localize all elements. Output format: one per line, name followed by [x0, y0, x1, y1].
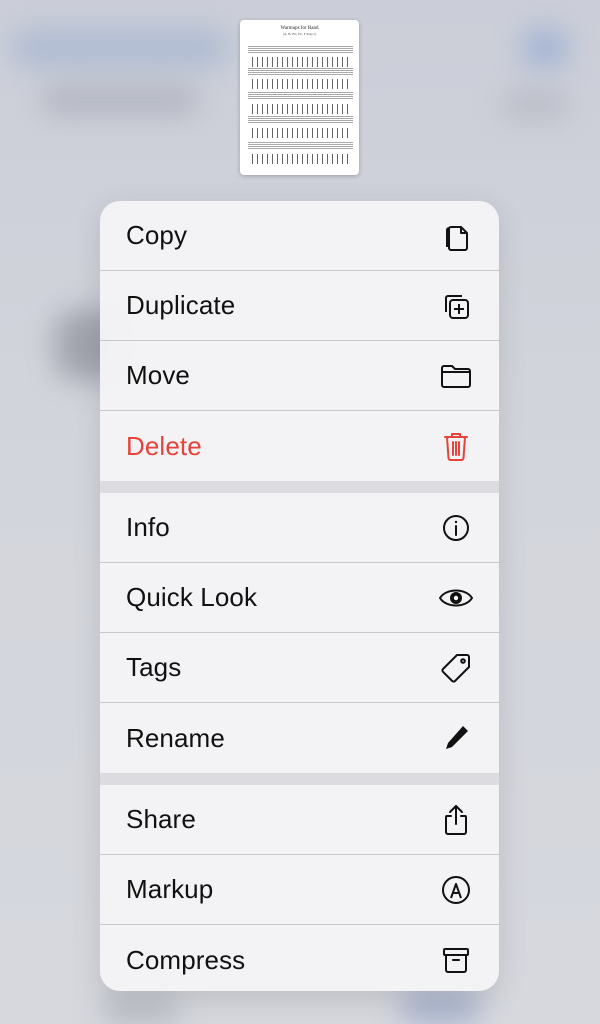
folder-icon: [439, 359, 473, 393]
menu-item-delete[interactable]: Delete: [100, 411, 499, 481]
music-staff: [248, 142, 353, 150]
menu-item-move[interactable]: Move: [100, 341, 499, 411]
menu-item-tags[interactable]: Tags: [100, 633, 499, 703]
menu-item-label: Rename: [126, 722, 225, 753]
music-staff: [248, 92, 353, 100]
eye-icon: [439, 581, 473, 615]
tag-icon: [439, 651, 473, 685]
markup-icon: [439, 873, 473, 907]
menu-item-label: Share: [126, 804, 196, 834]
music-notes: [252, 154, 351, 164]
music-staff: [248, 116, 353, 124]
menu-item-label: Compress: [126, 944, 246, 975]
copy-icon: [439, 219, 473, 253]
music-staff: [248, 46, 353, 54]
menu-item-label: Tags: [126, 652, 182, 682]
menu-item-label: Move: [126, 360, 190, 390]
menu-item-share[interactable]: Share: [100, 785, 499, 855]
group-separator: [100, 773, 499, 785]
menu-item-label: Delete: [126, 430, 202, 461]
info-icon: [439, 511, 473, 545]
context-menu: Copy Duplicate Move Delete Info Quick Lo…: [100, 201, 499, 991]
menu-item-info[interactable]: Info: [100, 493, 499, 563]
menu-item-label: Markup: [126, 874, 214, 904]
preview-subtitle: (A, B, Bb, Eb, F Major): [282, 32, 317, 36]
menu-item-label: Duplicate: [126, 290, 236, 320]
blurred-shape: [400, 990, 480, 1024]
menu-item-copy[interactable]: Copy: [100, 201, 499, 271]
document-preview-thumbnail[interactable]: Warmups for Band (A, B, Bb, Eb, F Major): [240, 20, 359, 175]
menu-item-label: Copy: [126, 220, 188, 250]
music-notes: [252, 79, 351, 89]
music-staff: [248, 68, 353, 76]
menu-item-quick-look[interactable]: Quick Look: [100, 563, 499, 633]
menu-item-markup[interactable]: Markup: [100, 855, 499, 925]
menu-item-compress[interactable]: Compress: [100, 925, 499, 991]
menu-item-rename[interactable]: Rename: [100, 703, 499, 773]
trash-icon: [439, 429, 473, 463]
blurred-shape: [500, 90, 570, 120]
menu-item-label: Quick Look: [126, 582, 258, 612]
share-icon: [439, 803, 473, 837]
music-notes: [252, 104, 351, 114]
blurred-shape: [40, 85, 200, 115]
pencil-icon: [439, 721, 473, 755]
blurred-shape: [100, 995, 180, 1024]
music-notes: [252, 128, 351, 138]
menu-item-label: Info: [126, 512, 170, 542]
menu-item-duplicate[interactable]: Duplicate: [100, 271, 499, 341]
duplicate-icon: [439, 289, 473, 323]
group-separator: [100, 481, 499, 493]
blurred-shape: [10, 28, 230, 68]
archive-icon: [439, 943, 473, 977]
music-notes: [252, 57, 351, 67]
blurred-shape: [520, 28, 570, 68]
